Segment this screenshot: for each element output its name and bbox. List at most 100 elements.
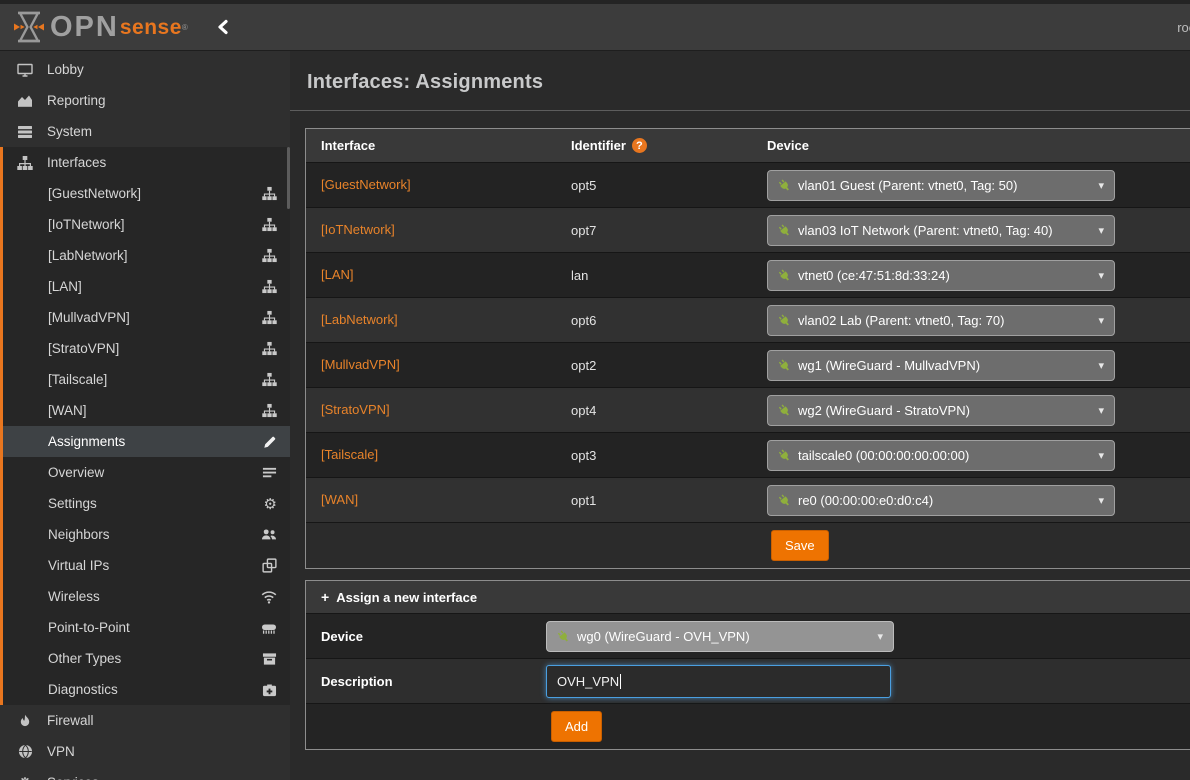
sidebar-item-iotnetwork[interactable]: [IoTNetwork] [3, 209, 290, 240]
identifier-cell: opt4 [556, 403, 752, 418]
sidebar-item-system[interactable]: System [0, 116, 290, 147]
pencil-icon [263, 435, 277, 449]
plug-icon [775, 401, 793, 419]
page-title: Interfaces: Assignments [290, 51, 1190, 94]
table-row: [Tailscale] opt3 tailscale0 (00:00:00:00… [306, 432, 1190, 477]
sidebar-item-interfaces[interactable]: Interfaces [3, 147, 290, 178]
sitemap-icon [262, 279, 277, 294]
sidebar-item-label: [LAN] [48, 279, 82, 294]
device-select[interactable]: tailscale0 (00:00:00:00:00:00) ▾ [767, 440, 1115, 471]
sidebar-item-label: [GuestNetwork] [48, 186, 141, 201]
interface-link[interactable]: [StratoVPN] [321, 402, 390, 417]
sitemap-icon [262, 403, 277, 418]
interface-link[interactable]: [Tailscale] [321, 447, 378, 462]
logged-in-user[interactable]: roo [1177, 20, 1190, 35]
plug-icon [775, 266, 793, 284]
sidebar-item-virtual-ips[interactable]: Virtual IPs [3, 550, 290, 581]
device-select[interactable]: vlan02 Lab (Parent: vtnet0, Tag: 70) ▾ [767, 305, 1115, 336]
interface-link[interactable]: [LAN] [321, 267, 354, 282]
sidebar-item-assignments[interactable]: Assignments [3, 426, 290, 457]
sidebar-collapse-button[interactable] [216, 19, 229, 35]
table-row: [StratoVPN] opt4 wg2 (WireGuard - Strato… [306, 387, 1190, 432]
sidebar-item-label: Virtual IPs [48, 558, 109, 573]
gears-icon: ⚙ [264, 495, 277, 513]
description-field-label: Description [306, 674, 546, 689]
add-button[interactable]: Add [551, 711, 602, 742]
sidebar-item-label: [MullvadVPN] [48, 310, 130, 325]
device-select[interactable]: wg2 (WireGuard - StratoVPN) ▾ [767, 395, 1115, 426]
sidebar-item-diagnostics[interactable]: Diagnostics [3, 674, 290, 705]
sidebar-item-vpn[interactable]: VPN [0, 736, 290, 767]
identifier-cell: opt2 [556, 358, 752, 373]
interface-link[interactable]: [WAN] [321, 492, 358, 507]
sidebar-item-labnetwork[interactable]: [LabNetwork] [3, 240, 290, 271]
sidebar-item-stratovpn[interactable]: [StratoVPN] [3, 333, 290, 364]
text-cursor [620, 674, 621, 689]
main-content: Interfaces: Assignments Interface Identi… [290, 51, 1190, 780]
sitemap-icon [262, 217, 277, 232]
sidebar-item-firewall[interactable]: Firewall [0, 705, 290, 736]
sidebar-nav: Lobby Reporting System Inte [0, 51, 290, 780]
sidebar-item-lan[interactable]: [LAN] [3, 271, 290, 302]
sidebar-item-point-to-point[interactable]: Point-to-Point [3, 612, 290, 643]
device-select[interactable]: vtnet0 (ce:47:51:8d:33:24) ▾ [767, 260, 1115, 291]
device-select[interactable]: vlan01 Guest (Parent: vtnet0, Tag: 50) ▾ [767, 170, 1115, 201]
area-chart-icon [15, 93, 35, 109]
sidebar-item-guestnetwork[interactable]: [GuestNetwork] [3, 178, 290, 209]
sidebar-item-label: Settings [48, 496, 97, 511]
brand-sense: sense [120, 17, 182, 38]
device-select[interactable]: re0 (00:00:00:e0:d0:c4) ▾ [767, 485, 1115, 516]
assign-device-row: Device wg0 (WireGuard - OVH_VPN) ▾ [306, 613, 1190, 658]
sidebar-item-other-types[interactable]: Other Types [3, 643, 290, 674]
sidebar: Lobby Reporting System Inte [0, 51, 290, 780]
sidebar-item-label: Wireless [48, 589, 100, 604]
save-button[interactable]: Save [771, 530, 829, 561]
assignments-table: Interface Identifier ? Device [GuestNetw… [305, 128, 1190, 569]
sidebar-item-label: Lobby [47, 62, 84, 77]
device-select[interactable]: vlan03 IoT Network (Parent: vtnet0, Tag:… [767, 215, 1115, 246]
opnsense-logo[interactable]: OPNsense® [14, 9, 188, 45]
table-header-row: Interface Identifier ? Device [306, 129, 1190, 162]
caret-down-icon: ▾ [1098, 224, 1104, 237]
sitemap-icon [262, 372, 277, 387]
sidebar-item-neighbors[interactable]: Neighbors [3, 519, 290, 550]
interface-link[interactable]: [MullvadVPN] [321, 357, 400, 372]
sidebar-item-mullvadvpn[interactable]: [MullvadVPN] [3, 302, 290, 333]
interface-link[interactable]: [IoTNetwork] [321, 222, 395, 237]
sidebar-item-reporting[interactable]: Reporting [0, 85, 290, 116]
sidebar-item-label: VPN [47, 744, 75, 759]
column-header-identifier: Identifier ? [556, 138, 752, 153]
brand-opn: OPN [50, 13, 119, 42]
interface-link[interactable]: [GuestNetwork] [321, 177, 411, 192]
interface-link[interactable]: [LabNetwork] [321, 312, 398, 327]
hourglass-logo-icon [14, 9, 44, 45]
sidebar-item-label: Neighbors [48, 527, 110, 542]
sidebar-item-label: System [47, 124, 92, 139]
sidebar-item-services[interactable]: ⚙ Services [0, 767, 290, 780]
sidebar-item-settings[interactable]: Settings ⚙ [3, 488, 290, 519]
archive-icon [262, 652, 277, 666]
sidebar-item-wireless[interactable]: Wireless [3, 581, 290, 612]
sitemap-icon [15, 155, 35, 171]
help-icon[interactable]: ? [632, 138, 647, 153]
sidebar-item-label: [IoTNetwork] [48, 217, 125, 232]
sidebar-item-lobby[interactable]: Lobby [0, 54, 290, 85]
caret-down-icon: ▾ [1098, 269, 1104, 282]
sidebar-item-tailscale[interactable]: [Tailscale] [3, 364, 290, 395]
new-device-select[interactable]: wg0 (WireGuard - OVH_VPN) ▾ [546, 621, 894, 652]
page-header: Interfaces: Assignments [290, 51, 1190, 111]
sidebar-item-wan[interactable]: [WAN] [3, 395, 290, 426]
assign-new-interface-panel: + Assign a new interface Device wg0 (Wir… [305, 580, 1190, 750]
table-row: [WAN] opt1 re0 (00:00:00:e0:d0:c4) ▾ [306, 477, 1190, 522]
description-input[interactable]: OVH_VPN [546, 665, 891, 698]
table-row: [GuestNetwork] opt5 vlan01 Guest (Parent… [306, 162, 1190, 207]
sidebar-item-overview[interactable]: Overview [3, 457, 290, 488]
column-header-device: Device [752, 138, 1190, 153]
caret-down-icon: ▾ [1098, 359, 1104, 372]
identifier-cell: opt1 [556, 493, 752, 508]
sidebar-item-label: Interfaces [47, 155, 106, 170]
chevron-left-icon [216, 19, 229, 35]
sidebar-item-label: Services [47, 775, 99, 780]
device-select[interactable]: wg1 (WireGuard - MullvadVPN) ▾ [767, 350, 1115, 381]
identifier-cell: lan [556, 268, 752, 283]
